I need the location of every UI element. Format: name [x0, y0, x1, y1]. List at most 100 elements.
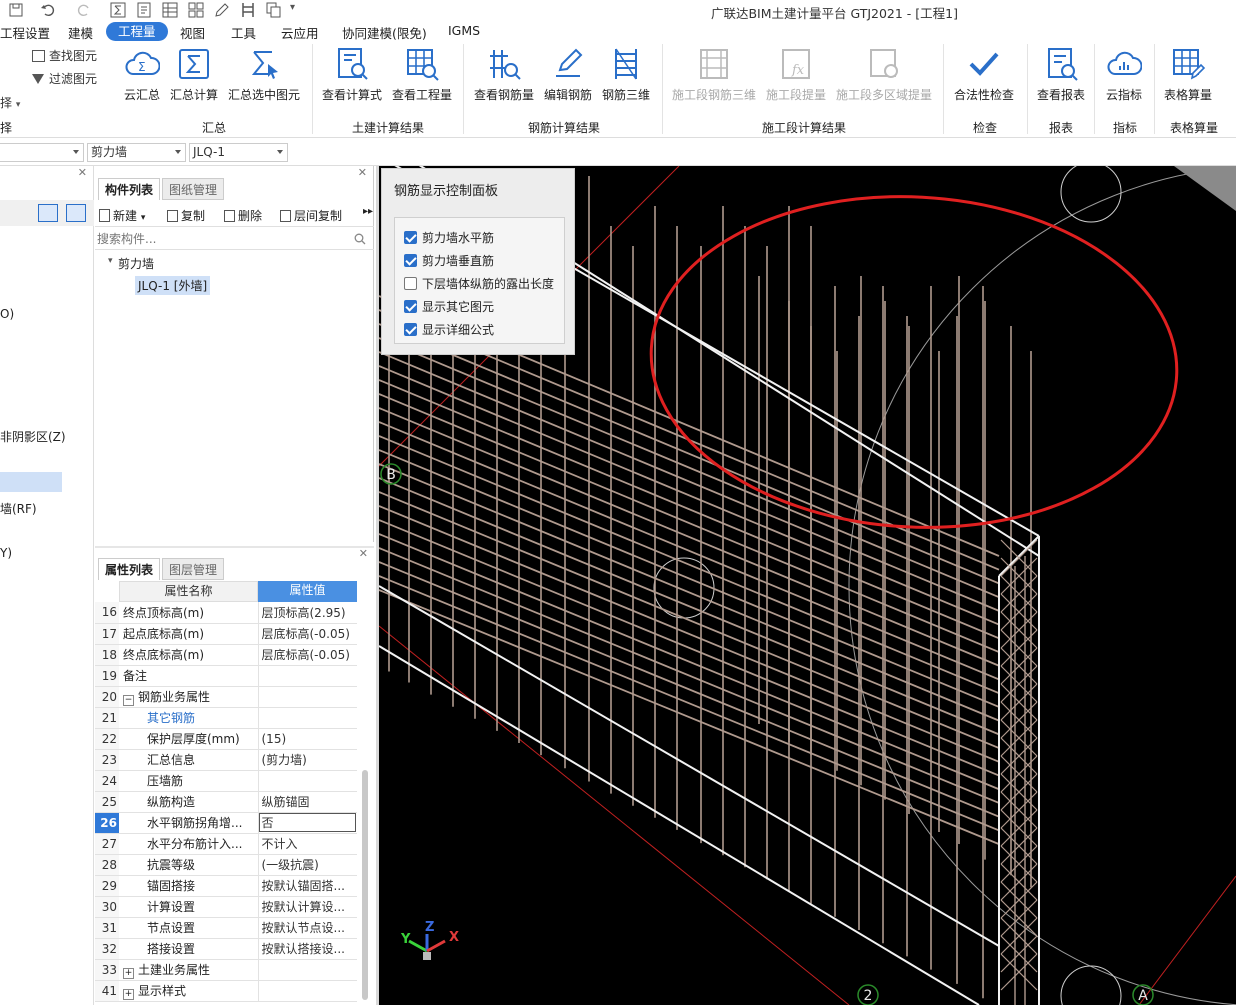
nav-item[interactable]: 墙(RF)	[0, 500, 37, 517]
view-rebar-button[interactable]: 查看钢筋量	[472, 46, 536, 114]
menu-cloud[interactable]: 云应用	[281, 23, 319, 42]
table-icon[interactable]	[162, 2, 178, 18]
nav-item[interactable]: O)	[0, 307, 14, 321]
property-row[interactable]: 41 + 显示样式	[95, 980, 357, 1002]
property-row[interactable]: 30 计算设置 按默认计算设...	[95, 896, 357, 918]
edit-icon[interactable]	[214, 2, 230, 18]
close-icon[interactable]: ✕	[358, 166, 367, 179]
tree-root[interactable]: 剪力墙	[118, 255, 154, 272]
copy-icon[interactable]	[266, 2, 282, 18]
tree-item-selected[interactable]: JLQ-1 [外墙]	[135, 276, 211, 295]
menu-igms[interactable]: IGMS	[448, 23, 480, 38]
property-value[interactable]	[258, 980, 357, 1002]
delete-button[interactable]: 删除	[224, 207, 262, 224]
floor-select[interactable]	[0, 143, 84, 162]
tab-drawing-manage[interactable]: 图纸管理	[162, 178, 225, 200]
menu-modeling[interactable]: 建模	[68, 23, 93, 42]
menu-tools[interactable]: 工具	[231, 23, 256, 42]
checkbox-checked-icon[interactable]	[404, 323, 417, 336]
rebar-3d-button[interactable]: 钢筋三维	[600, 46, 652, 114]
property-value[interactable]	[258, 707, 357, 729]
segment-multi-area-button[interactable]: 施工段多区域提量	[834, 46, 934, 114]
floor-copy-button[interactable]: 层间复制	[280, 207, 342, 224]
property-value[interactable]	[258, 770, 357, 792]
property-row[interactable]: 16 终点顶标高(m) 层顶标高(2.95)	[95, 602, 357, 624]
property-value[interactable]: 不计入	[258, 833, 357, 855]
filter-element-button[interactable]: 过滤图元	[32, 70, 97, 87]
property-row[interactable]: 28 抗震等级 (一级抗震)	[95, 854, 357, 876]
menu-collab[interactable]: 协同建模(限免)	[342, 23, 427, 42]
view-report-button[interactable]: 查看报表	[1034, 46, 1088, 114]
property-value[interactable]: 层顶标高(2.95)	[258, 602, 357, 624]
component-search[interactable]	[95, 228, 374, 250]
option-wall-horizontal[interactable]: 剪力墙水平筋	[404, 229, 494, 246]
property-value[interactable]	[258, 959, 357, 981]
edit-rebar-button[interactable]: 编辑钢筋	[542, 46, 594, 114]
property-row[interactable]: 32 搭接设置 按默认搭接设...	[95, 938, 357, 960]
option-wall-vertical[interactable]: 剪力墙垂直筋	[404, 252, 494, 269]
qat-more-icon[interactable]: ▾	[290, 2, 295, 13]
collapse-icon[interactable]: −	[123, 694, 134, 706]
close-icon[interactable]: ✕	[359, 547, 368, 560]
option-show-formula[interactable]: 显示详细公式	[404, 321, 494, 338]
formula-icon[interactable]	[110, 2, 126, 18]
segment-rebar-3d-button[interactable]: 施工段钢筋三维	[670, 46, 758, 114]
property-row[interactable]: 19 备注	[95, 665, 357, 687]
option-show-other-elements[interactable]: 显示其它图元	[404, 298, 494, 315]
list-view-icon[interactable]	[38, 204, 58, 222]
expand-icon[interactable]: +	[123, 988, 134, 1000]
property-row[interactable]: 26 水平钢筋拐角增... 否	[95, 812, 357, 834]
validity-check-button[interactable]: 合法性检查	[952, 46, 1016, 114]
copy-button[interactable]: 复制	[167, 207, 205, 224]
cloud-summary-button[interactable]: Σ 云汇总	[118, 46, 166, 114]
find-element-button[interactable]: 查找图元	[32, 47, 97, 64]
scrollbar-thumb[interactable]	[362, 770, 368, 1000]
nav-item[interactable]: 非阴影区(Z)	[0, 428, 66, 445]
expand-icon[interactable]: ▾	[108, 256, 113, 266]
property-value[interactable]: (一级抗震)	[258, 854, 357, 876]
menu-project-settings[interactable]: 工程设置	[0, 23, 50, 42]
close-icon[interactable]: ✕	[78, 166, 87, 179]
property-row[interactable]: 31 节点设置 按默认节点设...	[95, 917, 357, 939]
undo-icon[interactable]	[40, 2, 56, 18]
tab-property-list[interactable]: 属性列表	[98, 558, 161, 580]
property-value[interactable]: 按默认锚固搭...	[258, 875, 357, 897]
property-row[interactable]: 22 保护层厚度(mm) (15)	[95, 728, 357, 750]
detail-view-icon[interactable]	[66, 204, 86, 222]
more-icon[interactable]: ▸▸	[363, 206, 373, 217]
summary-selected-button[interactable]: 汇总选中图元	[226, 46, 302, 114]
property-value[interactable]: 按默认节点设...	[258, 917, 357, 939]
tab-component-list[interactable]: 构件列表	[98, 178, 161, 200]
property-value[interactable]: (剪力墙)	[258, 749, 357, 771]
property-value[interactable]: 层底标高(-0.05)	[258, 644, 357, 666]
segment-quantity-button[interactable]: fx 施工段提量	[764, 46, 828, 114]
property-row[interactable]: 25 纵筋构造 纵筋锚固	[95, 791, 357, 813]
property-value[interactable]: (15)	[258, 728, 357, 750]
nav-item[interactable]: Y)	[0, 546, 12, 560]
property-row[interactable]: 20− 钢筋业务属性	[95, 686, 357, 708]
property-row[interactable]: 23 汇总信息 (剪力墙)	[95, 749, 357, 771]
report-icon[interactable]	[136, 2, 152, 18]
property-row[interactable]: 24 压墙筋	[95, 770, 357, 792]
summary-calc-button[interactable]: 汇总计算	[168, 46, 220, 114]
option-lower-wall-exposed[interactable]: 下层墙体纵筋的露出长度	[404, 275, 554, 292]
property-row[interactable]: 27 水平分布筋计入... 不计入	[95, 833, 357, 855]
view-formula-button[interactable]: 查看计算式	[320, 46, 384, 114]
component-type-select[interactable]: 剪力墙	[87, 143, 186, 162]
property-value[interactable]	[258, 665, 357, 687]
property-value[interactable]	[258, 686, 357, 708]
property-row[interactable]: 17 起点底标高(m) 层底标高(-0.05)	[95, 623, 357, 645]
tab-layer-manage[interactable]: 图层管理	[162, 558, 225, 580]
search-icon[interactable]	[354, 233, 366, 245]
property-value[interactable]: 层底标高(-0.05)	[258, 623, 357, 645]
property-value[interactable]: 否	[258, 812, 357, 834]
expand-icon[interactable]: +	[123, 967, 134, 979]
checkbox-checked-icon[interactable]	[404, 300, 417, 313]
property-row[interactable]: 21 其它钢筋	[95, 707, 357, 729]
property-row[interactable]: 29 锚固搭接 按默认锚固搭...	[95, 875, 357, 897]
checkbox-checked-icon[interactable]	[404, 231, 417, 244]
property-row[interactable]: 33 + 土建业务属性	[95, 959, 357, 981]
component-name-select[interactable]: JLQ-1	[189, 143, 288, 162]
property-value[interactable]: 纵筋锚固	[258, 791, 357, 813]
menu-view[interactable]: 视图	[180, 23, 205, 42]
